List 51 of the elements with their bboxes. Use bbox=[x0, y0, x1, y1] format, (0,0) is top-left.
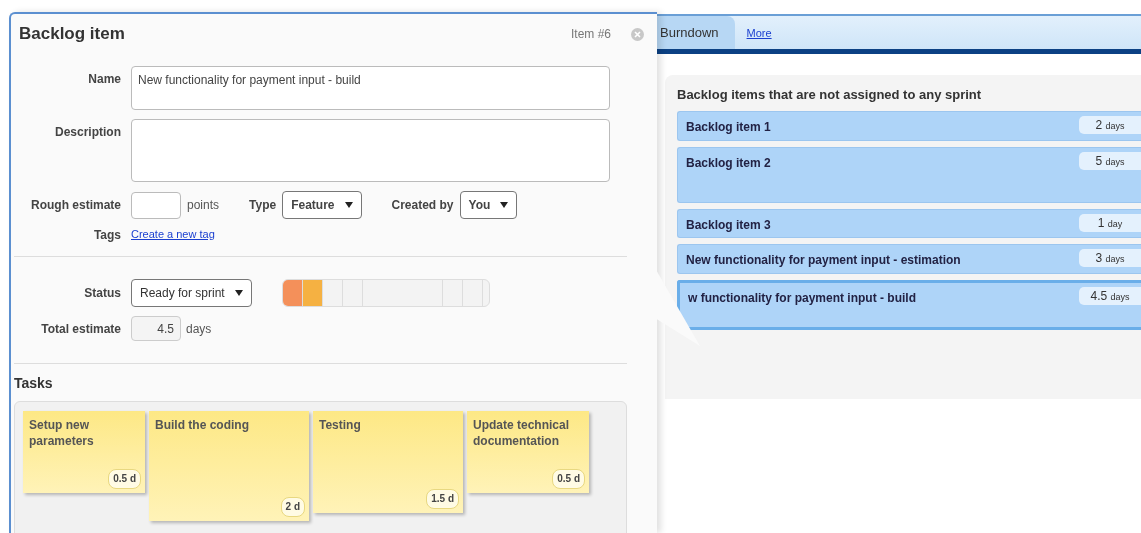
estimate-badge: 1 day bbox=[1079, 214, 1141, 232]
tab[interactable]: More bbox=[734, 16, 788, 49]
field-label: Name bbox=[87, 71, 121, 86]
unit-label: points bbox=[187, 198, 220, 212]
item-number: Item #6 bbox=[570, 27, 611, 41]
estimate-badge: 2 d bbox=[280, 497, 305, 517]
field-label: Status bbox=[83, 286, 121, 300]
field-label: Tags bbox=[92, 228, 121, 242]
caret-icon bbox=[234, 290, 243, 296]
section-title: Tasks bbox=[13, 374, 54, 393]
create-tag-link[interactable]: Create a new tag bbox=[131, 228, 215, 240]
estimate-badge: 3 days bbox=[1079, 249, 1141, 267]
caret-icon bbox=[344, 202, 353, 208]
tab[interactable]: Burndown bbox=[657, 16, 735, 49]
backlog-item[interactable]: New functionality for payment input - estimation 3 days bbox=[677, 244, 1141, 274]
task-note[interactable]: Build the coding 2 d bbox=[149, 411, 309, 521]
task-note[interactable]: Setup new parameters 0.5 d bbox=[23, 411, 145, 493]
backlog-item[interactable]: Backlog item 3 1 day bbox=[677, 209, 1141, 238]
caret-icon bbox=[500, 202, 509, 208]
item-name: Backlog item 3 bbox=[686, 218, 772, 232]
estimate-field[interactable] bbox=[131, 191, 181, 219]
backlog-item[interactable]: Backlog item 1 2 days bbox=[677, 111, 1141, 141]
item-name: Backlog item 2 bbox=[686, 156, 772, 170]
estimate-badge: 5 days bbox=[1079, 152, 1141, 170]
close-icon[interactable] bbox=[631, 27, 644, 41]
item-name: w functionality for payment input - build bbox=[688, 291, 917, 305]
estimate-badge: 1.5 d bbox=[426, 489, 459, 509]
unit-label: days bbox=[186, 321, 212, 336]
total-estimate-field: 4.5 bbox=[131, 316, 181, 341]
status-dropdown[interactable]: Ready for sprint bbox=[131, 279, 252, 307]
task-note[interactable]: Testing 1.5 d bbox=[313, 411, 463, 513]
task-note[interactable]: Update technical documentation 0.5 d bbox=[467, 411, 589, 493]
name-field[interactable]: New functionality for payment input - build bbox=[131, 66, 610, 110]
field-label: Total estimate bbox=[40, 321, 121, 336]
item-name: New functionality for payment input - estimation bbox=[686, 253, 962, 267]
field-label: Created by bbox=[391, 198, 454, 212]
estimate-badge: 0.5 d bbox=[108, 469, 141, 489]
item-name: Backlog item 1 bbox=[686, 120, 772, 134]
estimate-badge: 4.5 days bbox=[1079, 287, 1141, 305]
field-label: Type bbox=[249, 198, 277, 212]
field-label: Rough estimate bbox=[30, 198, 121, 212]
panel-title: Backlog items that are not assigned to any sprint bbox=[677, 87, 983, 102]
estimate-badge: 0.5 d bbox=[552, 469, 585, 489]
field-label: Description bbox=[54, 124, 121, 139]
backlog-item[interactable]: Backlog item 2 5 days bbox=[677, 147, 1141, 203]
type-dropdown[interactable]: Feature bbox=[282, 191, 362, 219]
estimate-badge: 2 days bbox=[1079, 116, 1141, 134]
backlog-item[interactable]: w functionality for payment input - build 4.5 days bbox=[677, 280, 1141, 330]
dialog-title: Backlog item bbox=[19, 24, 125, 44]
creator-dropdown[interactable]: You bbox=[459, 191, 518, 219]
description-field[interactable] bbox=[131, 119, 610, 182]
